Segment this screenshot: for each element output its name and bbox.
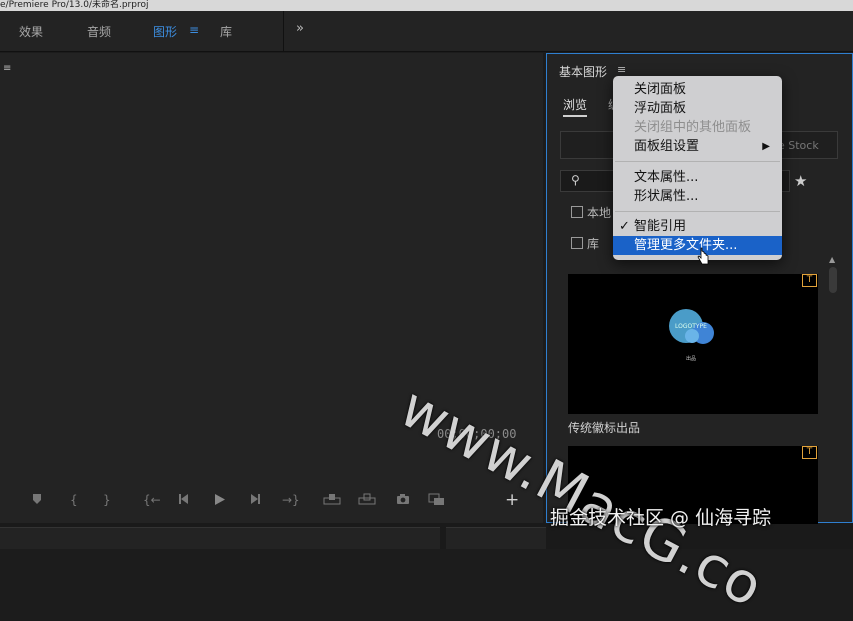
compare-icon[interactable]	[428, 493, 446, 506]
panel-menu-icon[interactable]: ≡	[617, 63, 626, 76]
marker-icon[interactable]	[31, 493, 43, 505]
menu-item-float-panel[interactable]: 浮动面板	[613, 99, 782, 118]
extract-icon[interactable]	[358, 493, 376, 505]
panel-context-menu: 关闭面板 浮动面板 关闭组中的其他面板 面板组设置 ▶ 文本属性... 形状属性…	[613, 76, 782, 260]
tab-browse[interactable]: 浏览	[563, 96, 588, 117]
out-point-icon[interactable]: }	[103, 493, 111, 507]
panel-title[interactable]: 基本图形	[559, 63, 607, 80]
step-back-icon[interactable]	[178, 493, 190, 505]
play-icon[interactable]	[213, 493, 226, 506]
credit-text: 掘金技术社区 @ 仙海寻踪	[550, 507, 772, 529]
menu-item-label: 面板组设置	[634, 139, 700, 154]
local-checkbox-label: 本地	[587, 206, 612, 220]
menu-item-shape-properties[interactable]: 形状属性...	[613, 187, 782, 206]
workspace-divider	[283, 11, 284, 52]
local-checkbox[interactable]	[571, 206, 583, 218]
workspace-tab-graphics[interactable]: 图形	[153, 23, 177, 40]
library-checkbox-label: 库	[587, 237, 600, 251]
menu-item-text-properties[interactable]: 文本属性...	[613, 168, 782, 187]
in-point-icon[interactable]: {	[70, 493, 78, 507]
menu-separator	[615, 161, 780, 162]
star-icon[interactable]: ★	[794, 172, 807, 190]
menu-item-panel-group-settings[interactable]: 面板组设置 ▶	[613, 137, 782, 156]
submenu-arrow-icon: ▶	[762, 141, 770, 152]
go-to-out-icon[interactable]: →}	[282, 493, 300, 507]
double-chevron-right-icon[interactable]: »	[296, 21, 304, 36]
camera-icon[interactable]	[396, 493, 410, 505]
text-template-badge-icon: T	[802, 274, 817, 287]
logo-circle	[685, 329, 699, 343]
text-template-badge-icon: T	[802, 446, 817, 459]
window-title: e/Premiere Pro/13.0/未命名.prproj	[0, 0, 853, 11]
tools-panel[interactable]	[446, 527, 546, 549]
logo-text: LOGOTYPE	[675, 323, 707, 330]
workspace-tab-audio[interactable]: 音频	[87, 23, 111, 40]
scrollbar-thumb[interactable]	[829, 267, 837, 293]
panel-menu-icon[interactable]: ≡	[3, 63, 11, 74]
menu-item-close-panel[interactable]: 关闭面板	[613, 80, 782, 99]
template-thumbnail[interactable]: LOGOTYPE 出品	[568, 274, 818, 414]
workspace-tab-libraries[interactable]: 库	[220, 23, 232, 40]
timeline-panel[interactable]	[0, 527, 440, 549]
go-to-in-icon[interactable]: {←	[143, 493, 161, 507]
library-checkbox[interactable]	[571, 237, 583, 249]
step-forward-icon[interactable]	[249, 493, 261, 505]
pointer-hand-icon	[697, 247, 709, 265]
logo-subtext: 出品	[686, 356, 697, 362]
template-caption: 传统徽标出品	[568, 421, 641, 435]
scroll-up-icon[interactable]: ▲	[829, 255, 835, 264]
workspace-menu-icon[interactable]: ≡	[189, 23, 199, 37]
menu-item-smart-reference[interactable]: ✓ 智能引用	[613, 217, 782, 236]
checkmark-icon: ✓	[619, 219, 630, 234]
search-icon: ⚲	[571, 173, 580, 187]
workspace-tab-effects[interactable]: 效果	[19, 23, 43, 40]
lift-icon[interactable]	[323, 493, 341, 505]
menu-item-label: 智能引用	[634, 219, 687, 234]
menu-separator	[615, 211, 780, 212]
menu-item-close-other-panels: 关闭组中的其他面板	[634, 120, 752, 135]
workspace-bar: 效果 音频 图形 ≡ 库 »	[0, 11, 853, 52]
